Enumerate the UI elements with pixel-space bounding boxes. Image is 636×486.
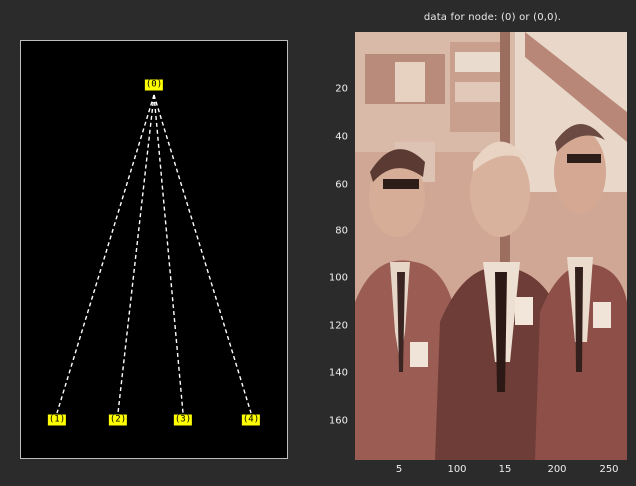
figure-window: (0) (1) (2) (3) (4) data for node: (0) o… <box>0 0 636 486</box>
tree-axes[interactable]: (0) (1) (2) (3) (4) <box>20 40 288 459</box>
y-tick-160: 160 <box>328 415 348 427</box>
tree-node-4[interactable]: (4) <box>241 414 261 426</box>
y-tick-20: 20 <box>335 83 348 95</box>
y-tick-100: 100 <box>328 272 348 284</box>
image-title: data for node: (0) or (0,0). <box>423 12 562 23</box>
tree-edge-0-1 <box>56 94 155 414</box>
tree-node-1[interactable]: (1) <box>47 414 67 426</box>
y-tick-140: 140 <box>328 367 348 379</box>
y-tick-120: 120 <box>328 320 348 332</box>
tree-edge-0-2 <box>117 94 155 414</box>
x-tick-3: 15 <box>498 464 512 475</box>
tree-edge-0-4 <box>153 94 252 414</box>
y-tick-80: 80 <box>335 225 348 237</box>
y-tick-40: 40 <box>335 131 348 143</box>
image-axes[interactable] <box>355 32 627 460</box>
tree-node-root[interactable]: (0) <box>144 79 164 91</box>
tree-node-2[interactable]: (2) <box>108 414 128 426</box>
x-tick-2: 100 <box>447 464 467 475</box>
y-tick-60: 60 <box>335 179 348 191</box>
x-tick-1: 5 <box>395 464 403 475</box>
x-tick-5: 250 <box>599 464 619 475</box>
x-tick-4: 200 <box>547 464 567 475</box>
tree-node-3[interactable]: (3) <box>173 414 193 426</box>
sepia-photo <box>355 32 627 460</box>
tree-edges <box>56 94 252 414</box>
